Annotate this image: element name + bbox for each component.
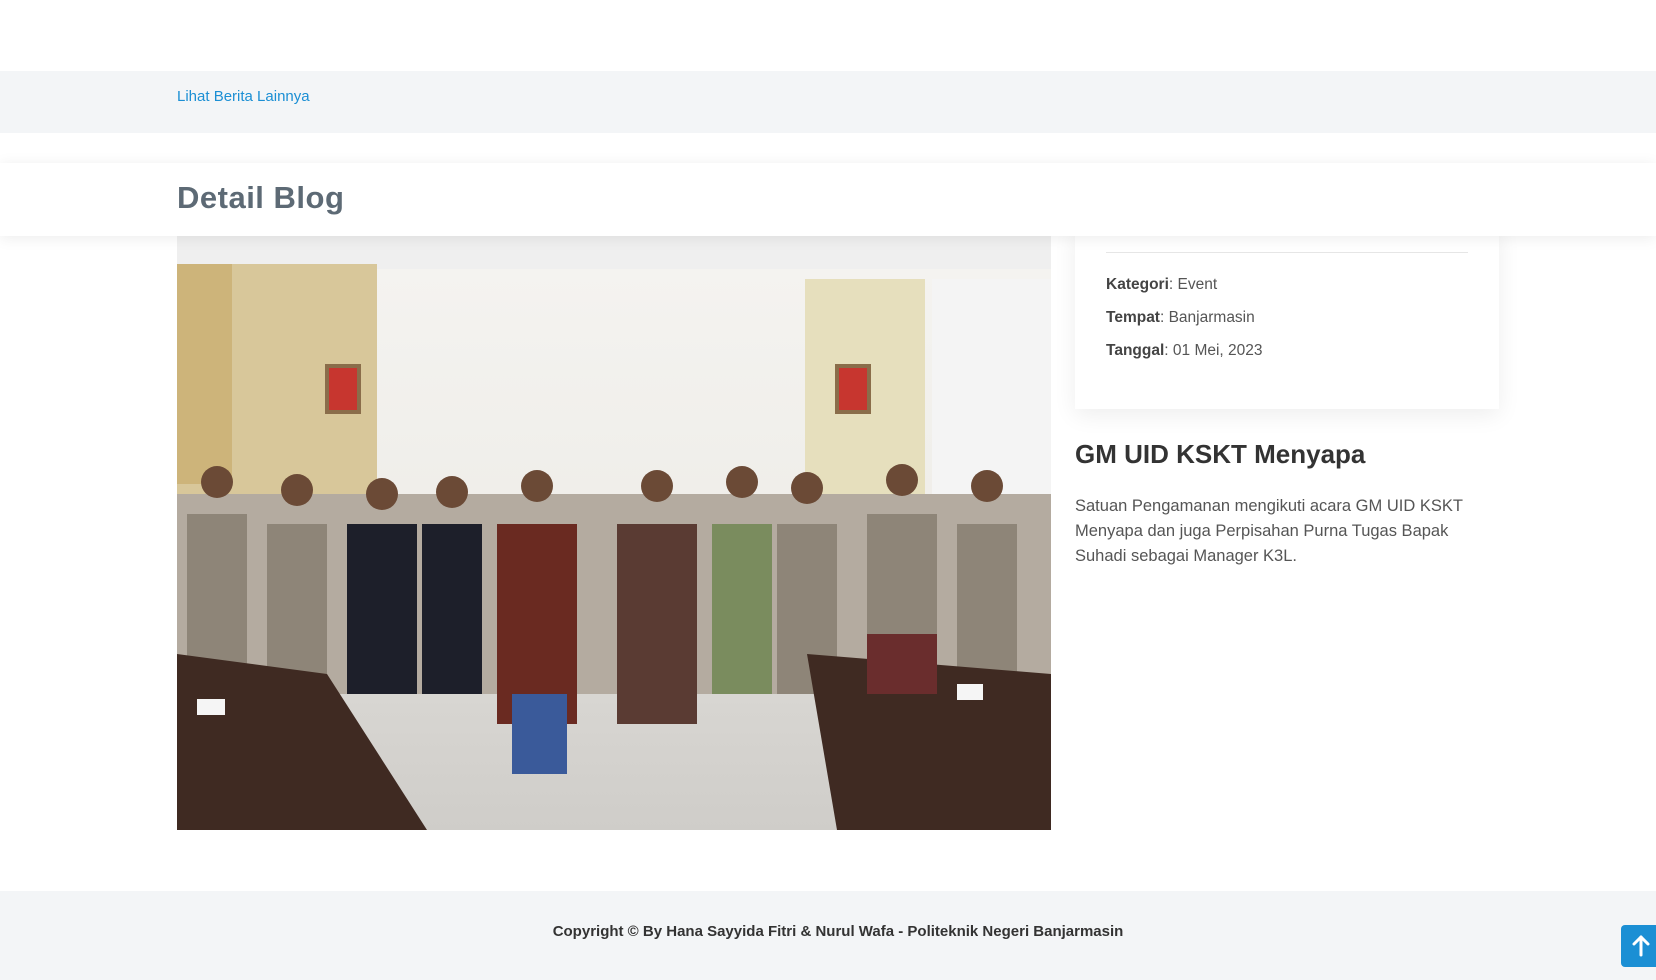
category-row: Kategori: Event [1106,276,1217,294]
divider [1106,252,1468,253]
place-value: : Banjarmasin [1159,309,1255,326]
date-row: Tanggal: 01 Mei, 2023 [1106,342,1263,360]
post-title: GM UID KSKT Menyapa [1075,439,1366,469]
place-label: Tempat [1106,309,1160,326]
copyright-text: Copyright © By Hana Sayyida Fitri & Nuru… [552,923,1124,940]
detail-header: Detail Blog [0,163,1656,236]
category-label: Kategori [1106,276,1169,293]
category-value: : Event [1168,276,1218,293]
date-value: : 01 Mei, 2023 [1164,342,1263,359]
see-other-news-link[interactable]: Lihat Berita Lainnya [177,88,310,105]
arrow-up-icon [1632,935,1650,957]
page-title: Detail Blog [177,180,345,215]
breadcrumbs-bar: Lihat Berita Lainnya [0,71,1656,133]
footer: Copyright © By Hana Sayyida Fitri & Nuru… [0,891,1656,980]
info-card: Kategori: Event Tempat: Banjarmasin Tang… [1075,224,1499,409]
back-to-top-button[interactable] [1621,925,1656,967]
blog-photo [177,224,1051,830]
date-label: Tanggal [1106,342,1165,359]
top-navbar [0,0,1656,71]
post-body: Satuan Pengamanan mengikuti acara GM UID… [1075,497,1463,565]
place-row: Tempat: Banjarmasin [1106,309,1255,327]
